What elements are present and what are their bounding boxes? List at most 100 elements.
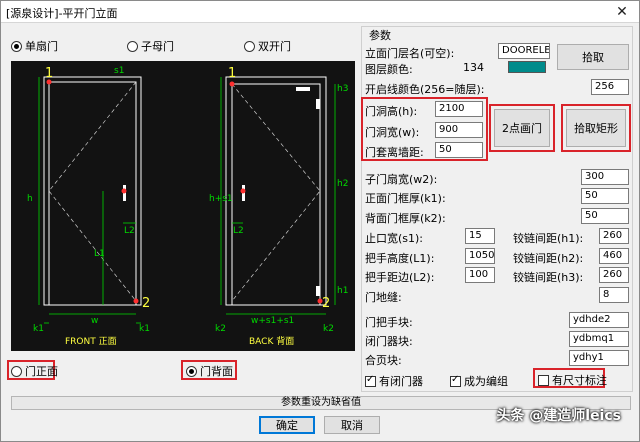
floor-gap-input[interactable]: 8: [599, 287, 629, 303]
front-frame-label: 正面门框厚(k1):: [365, 192, 446, 205]
handle-height-input[interactable]: 1050: [465, 248, 495, 264]
back-frame-input[interactable]: 50: [581, 208, 629, 224]
close-button[interactable]: ✕: [611, 3, 633, 21]
closer-block-label: 闭门器块:: [365, 335, 413, 348]
radio-back-indicator[interactable]: [186, 365, 197, 377]
radio-back-label: 门背面: [200, 365, 233, 378]
window-title: [源泉设计]-平开门立面: [6, 7, 118, 20]
pick-rect-button[interactable]: 拾取矩形: [566, 109, 626, 147]
back-dim-l2: L2: [233, 226, 244, 236]
two-point-draw-button[interactable]: 2点画门: [494, 109, 550, 147]
open-line-color-input[interactable]: 256: [591, 79, 629, 95]
radio-mother-child-indicator[interactable]: [127, 40, 138, 52]
has-closer-checkbox[interactable]: 有闭门器: [365, 373, 423, 389]
hinge3-label: 铰链间距(h3):: [513, 271, 584, 284]
front-door-inner-frame: [48, 81, 137, 306]
child-width-input[interactable]: 300: [581, 169, 629, 185]
back-view-label: BACK 背面: [249, 335, 294, 347]
has-closer-box[interactable]: [365, 374, 376, 387]
handle-edge-input[interactable]: 100: [465, 267, 495, 283]
hinge1-input[interactable]: 260: [599, 228, 629, 244]
back-dim-h2: h2: [337, 179, 348, 189]
back-door-handle-dot: [240, 188, 246, 194]
door-width-label: 门洞宽(w):: [365, 126, 420, 139]
front-number-1: 1: [45, 66, 53, 81]
door-preview-canvas: 1 2 s1 h L1 L2 w k1 k1 FRONT 正面 1 2 h3 h…: [11, 61, 355, 351]
layer-color-swatch[interactable]: [508, 61, 546, 73]
closer-block-input[interactable]: ydbmq1: [569, 331, 629, 347]
sleeve-input[interactable]: 50: [435, 142, 483, 158]
params-group-title: 参数: [367, 27, 393, 43]
door-preview-svg: 1 2 s1 h L1 L2 w k1 k1 FRONT 正面 1 2 h3 h…: [27, 66, 348, 347]
front-door-corner-2: [133, 298, 139, 304]
has-closer-label: 有闭门器: [379, 375, 423, 388]
dialog-window: [源泉设计]-平开门立面 ✕ 单扇门 子母门 双开门 1 2 s1 h L1 L…: [0, 0, 640, 442]
ok-button[interactable]: 确定: [259, 416, 315, 434]
front-frame-input[interactable]: 50: [581, 188, 629, 204]
floor-gap-label: 门地缝:: [365, 291, 402, 304]
radio-double-door[interactable]: 双开门: [244, 38, 291, 54]
as-group-checkbox[interactable]: 成为编组: [450, 373, 508, 389]
hinge-block-label: 合页块:: [365, 354, 402, 367]
front-dim-s1: s1: [114, 66, 124, 76]
handle-block-input[interactable]: ydhde2: [569, 312, 629, 328]
back-door-drawing: [220, 76, 336, 315]
hinge2-label: 铰链间距(h2):: [513, 252, 584, 265]
front-dim-h: h: [27, 194, 33, 204]
front-number-2: 2: [142, 296, 150, 311]
radio-front-view[interactable]: 门正面: [11, 363, 58, 379]
back-door-inner-frame: [231, 83, 321, 306]
radio-single-door[interactable]: 单扇门: [11, 38, 58, 54]
back-dim-k2: k2: [215, 324, 226, 334]
back-door-closer: [296, 87, 310, 91]
back-dim-hs1: h+s1: [209, 194, 233, 204]
layer-color-label: 图层颜色:: [365, 63, 413, 76]
handle-height-label: 把手高度(L1):: [365, 252, 435, 265]
hinge-block-input[interactable]: ydhy1: [569, 350, 629, 366]
as-group-label: 成为编组: [464, 375, 508, 388]
door-width-input[interactable]: 900: [435, 122, 483, 138]
radio-double-indicator[interactable]: [244, 40, 255, 52]
front-dim-k1b: k1: [139, 324, 150, 334]
stop-width-input[interactable]: 15: [465, 228, 495, 244]
door-height-input[interactable]: 2100: [435, 101, 483, 117]
child-width-label: 子门扇宽(w2):: [365, 173, 438, 186]
back-number-2: 2: [322, 296, 330, 311]
back-door-swing-line: [231, 83, 321, 302]
pick-layer-button[interactable]: 拾取: [557, 44, 629, 70]
hinge1-label: 铰链间距(h1):: [513, 232, 584, 245]
back-door-hinge-bottom: [316, 286, 320, 296]
handle-edge-label: 把手距边(L2):: [365, 271, 435, 284]
cancel-button[interactable]: 取消: [324, 416, 380, 434]
radio-back-view[interactable]: 门背面: [186, 363, 233, 379]
back-door-hinge-top: [316, 99, 320, 109]
radio-front-indicator[interactable]: [11, 365, 22, 377]
back-frame-label: 背面门框厚(k2):: [365, 212, 446, 225]
radio-mother-child-door[interactable]: 子母门: [127, 38, 174, 54]
radio-front-label: 门正面: [25, 365, 58, 378]
back-dim-h1: h1: [337, 286, 348, 296]
radio-single-indicator[interactable]: [11, 40, 22, 52]
back-door-corner-1: [229, 81, 235, 87]
front-view-label: FRONT 正面: [65, 336, 117, 347]
radio-single-label: 单扇门: [25, 40, 58, 53]
handle-block-label: 门把手块:: [365, 316, 413, 329]
front-door-drawing: [38, 76, 142, 324]
front-dim-k1: k1: [33, 324, 44, 334]
back-dim-h3: h3: [337, 84, 348, 94]
front-door-handle-dot: [121, 188, 127, 194]
stop-width-label: 止口宽(s1):: [365, 232, 424, 245]
layer-name-input[interactable]: DOORELEV: [498, 43, 550, 59]
sleeve-label: 门套离墙距:: [365, 146, 424, 159]
dim-label-checkbox[interactable]: 有尺寸标注: [538, 372, 607, 388]
open-line-color-label: 开启线颜色(256=随层):: [365, 83, 485, 96]
as-group-box[interactable]: [450, 374, 461, 387]
dim-label-text: 有尺寸标注: [552, 374, 607, 387]
layer-name-label: 立面门层名(可空):: [365, 47, 455, 60]
dim-label-box[interactable]: [538, 374, 549, 386]
hinge3-input[interactable]: 260: [599, 267, 629, 283]
radio-mother-child-label: 子母门: [141, 40, 174, 53]
back-dim-k2b: k2: [323, 324, 334, 334]
hinge2-input[interactable]: 460: [599, 248, 629, 264]
front-dim-l2: L2: [124, 226, 135, 236]
